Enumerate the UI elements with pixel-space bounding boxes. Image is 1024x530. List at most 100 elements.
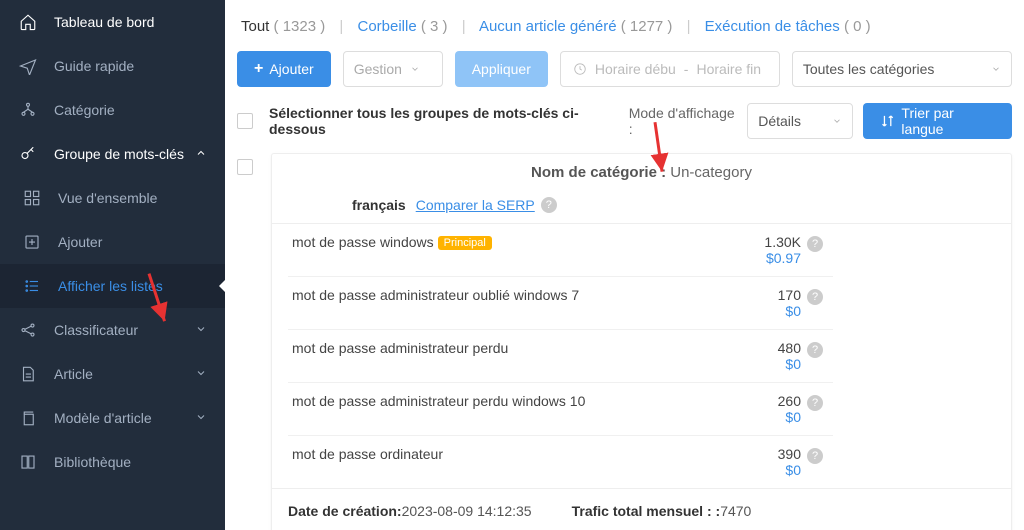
- share-icon: [18, 320, 38, 340]
- nav-dashboard[interactable]: Tableau de bord: [0, 0, 225, 44]
- keyword-price: $0: [731, 462, 801, 478]
- card-footer: Date de création:2023-08-09 14:12:35 Tra…: [272, 488, 1011, 530]
- sidebar: Tableau de bord Guide rapide Catégorie G…: [0, 0, 225, 530]
- language-row: français Comparer la SERP ?: [272, 187, 1011, 224]
- tabs-bar: Tout ( 1323 ) | Corbeille ( 3 ) | Aucun …: [237, 18, 1012, 35]
- help-icon[interactable]: ?: [807, 236, 823, 252]
- nav-label: Guide rapide: [54, 58, 207, 74]
- nav-label: Afficher les listes: [58, 278, 207, 294]
- keyword-price: $0: [731, 356, 801, 372]
- display-mode-select[interactable]: Détails: [747, 103, 853, 139]
- display-mode-label: Mode d'affichage :: [629, 105, 738, 137]
- content-row: Nom de catégorie : Un-category français …: [237, 153, 1012, 530]
- keyword-name: mot de passe administrateur oublié windo…: [292, 287, 731, 303]
- filter-bar: Sélectionner tous les groupes de mots-cl…: [237, 103, 1012, 139]
- language-name: français: [352, 197, 406, 213]
- card-header: Nom de catégorie : Un-category: [272, 154, 1011, 187]
- help-icon-wrap: ?: [801, 234, 829, 252]
- help-icon[interactable]: ?: [541, 197, 557, 213]
- date-range-input[interactable]: Horaire débu - Horaire fin: [560, 51, 780, 87]
- apply-button[interactable]: Appliquer: [455, 51, 548, 87]
- keyword-metrics: 480$0: [731, 340, 801, 372]
- keyword-group-card: Nom de catégorie : Un-category français …: [271, 153, 1012, 530]
- keyword-price: $0.97: [731, 250, 801, 266]
- keyword-volume: 170: [731, 287, 801, 303]
- keyword-volume: 390: [731, 446, 801, 462]
- keyword-name: mot de passe administrateur perdu window…: [292, 393, 731, 409]
- nav-label: Groupe de mots-clés: [54, 146, 195, 162]
- chevron-down-icon: [410, 61, 420, 77]
- nav-label: Ajouter: [58, 234, 207, 250]
- nav-label: Article: [54, 366, 195, 382]
- tab-all[interactable]: Tout ( 1323 ): [241, 18, 325, 35]
- sitemap-icon: [18, 100, 38, 120]
- help-icon[interactable]: ?: [807, 342, 823, 358]
- toolbar: Ajouter Gestion Appliquer Horaire débu -…: [237, 51, 1012, 87]
- key-icon: [18, 144, 38, 164]
- nav-label: Catégorie: [54, 102, 207, 118]
- keyword-name: mot de passe administrateur perdu: [292, 340, 731, 356]
- principal-badge: Principal: [438, 236, 492, 250]
- main-content: Tout ( 1323 ) | Corbeille ( 3 ) | Aucun …: [225, 0, 1024, 530]
- help-icon[interactable]: ?: [807, 289, 823, 305]
- select-all-checkbox[interactable]: [237, 113, 253, 129]
- copy-icon: [18, 408, 38, 428]
- manage-select[interactable]: Gestion: [343, 51, 443, 87]
- nav-show-lists[interactable]: Afficher les listes: [0, 264, 225, 308]
- select-all-label: Sélectionner tous les groupes de mots-cl…: [269, 105, 619, 137]
- book-icon: [18, 452, 38, 472]
- compare-serp-link[interactable]: Comparer la SERP: [416, 197, 535, 213]
- keyword-metrics: 390$0: [731, 446, 801, 478]
- nav-add[interactable]: Ajouter: [0, 220, 225, 264]
- grid-icon: [22, 188, 42, 208]
- nav-label: Vue d'ensemble: [58, 190, 207, 206]
- clock-icon: [573, 62, 587, 76]
- help-icon-wrap: ?: [801, 287, 829, 305]
- help-icon[interactable]: ?: [807, 395, 823, 411]
- help-icon-wrap: ?: [801, 446, 829, 464]
- nav-classifier[interactable]: Classificateur: [0, 308, 225, 352]
- tab-exec[interactable]: Exécution de tâches ( 0 ): [705, 18, 871, 35]
- nav-label: Bibliothèque: [54, 454, 207, 470]
- nav-keyword-group[interactable]: Groupe de mots-clés: [0, 132, 225, 176]
- help-icon-wrap: ?: [801, 393, 829, 411]
- sort-icon: [880, 113, 895, 129]
- add-button[interactable]: Ajouter: [237, 51, 331, 87]
- tab-trash[interactable]: Corbeille ( 3 ): [357, 18, 447, 35]
- home-icon: [18, 12, 38, 32]
- nav-article[interactable]: Article: [0, 352, 225, 396]
- keyword-table: mot de passe windowsPrincipal1.30K$0.97?…: [288, 224, 833, 488]
- nav-overview[interactable]: Vue d'ensemble: [0, 176, 225, 220]
- nav-label: Tableau de bord: [54, 14, 207, 30]
- list-icon: [22, 276, 42, 296]
- keyword-row[interactable]: mot de passe administrateur oublié windo…: [288, 277, 833, 330]
- chevron-down-icon: [195, 410, 207, 426]
- chevron-down-icon: [195, 366, 207, 382]
- keyword-metrics: 1.30K$0.97: [731, 234, 801, 266]
- sort-by-lang-button[interactable]: Trier par langue: [863, 103, 1012, 139]
- nav-library[interactable]: Bibliothèque: [0, 440, 225, 484]
- chevron-up-icon: [195, 146, 207, 162]
- nav-template[interactable]: Modèle d'article: [0, 396, 225, 440]
- nav-label: Modèle d'article: [54, 410, 195, 426]
- keyword-row[interactable]: mot de passe windowsPrincipal1.30K$0.97?: [288, 224, 833, 277]
- keyword-price: $0: [731, 303, 801, 319]
- help-icon[interactable]: ?: [807, 448, 823, 464]
- chevron-down-icon: [195, 322, 207, 338]
- chevron-down-icon: [991, 61, 1001, 77]
- keyword-row[interactable]: mot de passe administrateur perdu480$0?: [288, 330, 833, 383]
- keyword-row[interactable]: mot de passe administrateur perdu window…: [288, 383, 833, 436]
- keyword-row[interactable]: mot de passe ordinateur390$0?: [288, 436, 833, 488]
- nav-category[interactable]: Catégorie: [0, 88, 225, 132]
- keyword-name: mot de passe ordinateur: [292, 446, 731, 462]
- nav-label: Classificateur: [54, 322, 195, 338]
- tab-no-article[interactable]: Aucun article généré ( 1277 ): [479, 18, 672, 35]
- nav-guide[interactable]: Guide rapide: [0, 44, 225, 88]
- help-icon-wrap: ?: [801, 340, 829, 358]
- keyword-price: $0: [731, 409, 801, 425]
- row-checkbox[interactable]: [237, 159, 253, 175]
- category-select[interactable]: Toutes les catégories: [792, 51, 1012, 87]
- keyword-volume: 480: [731, 340, 801, 356]
- plus-box-icon: [22, 232, 42, 252]
- keyword-metrics: 170$0: [731, 287, 801, 319]
